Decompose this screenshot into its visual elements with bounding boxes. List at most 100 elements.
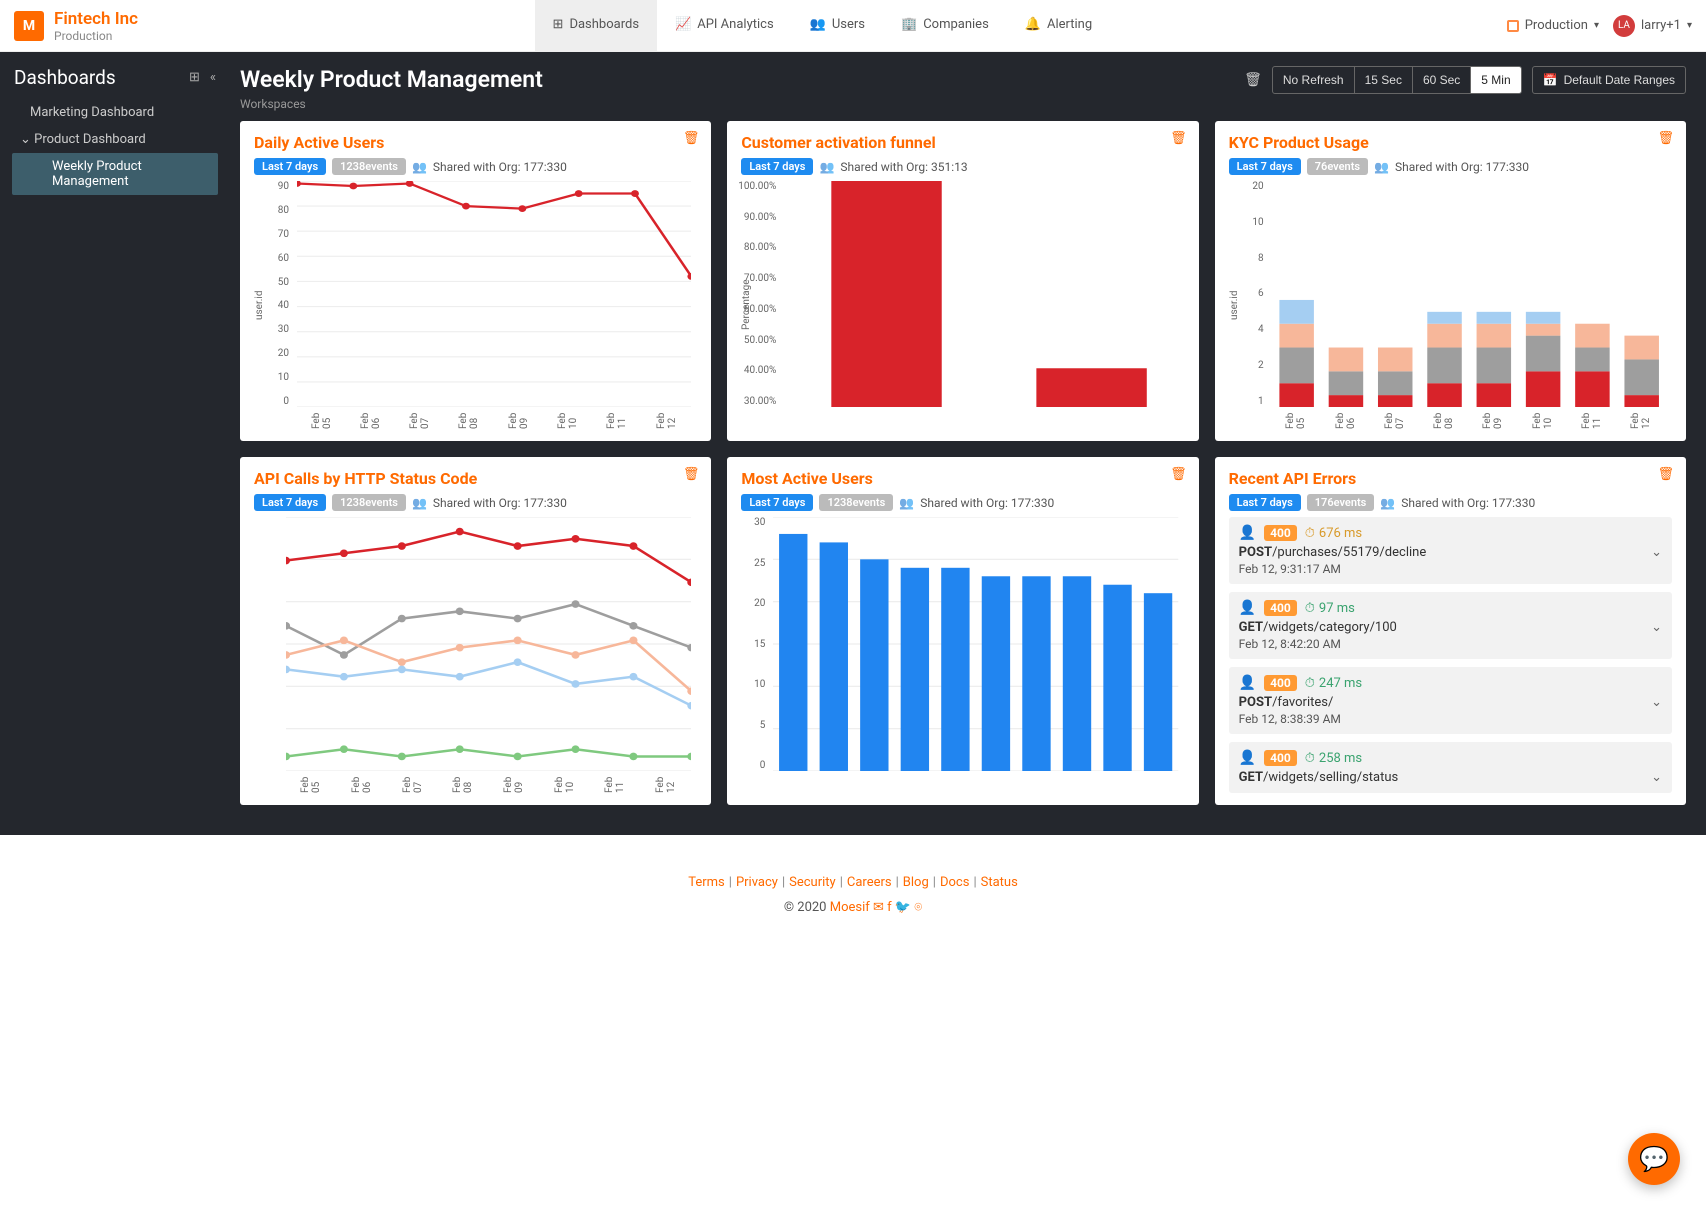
main: Dashboards ⊞ « Marketing Dashboard ⌄ Pro… bbox=[0, 52, 1706, 835]
delete-card-icon[interactable]: 🗑 bbox=[1170, 467, 1187, 482]
calendar-icon: 📅 bbox=[1543, 73, 1558, 87]
card-kyc[interactable]: 🗑 KYC Product Usage Last 7 days 76events… bbox=[1215, 121, 1686, 441]
top-right: Production ▾ LA larry+1 ▾ bbox=[1507, 15, 1692, 37]
refresh-option[interactable]: No Refresh bbox=[1273, 67, 1355, 93]
github-icon[interactable]: ⌾ bbox=[914, 900, 922, 915]
card-title: API Calls by HTTP Status Code bbox=[254, 469, 697, 488]
status-code-badge: 400 bbox=[1264, 600, 1297, 616]
card-meta: Last 7 days 176events 👥 Shared with Org:… bbox=[1229, 494, 1672, 511]
brand-link[interactable]: Moesif bbox=[830, 900, 870, 915]
logo-icon: M bbox=[14, 11, 44, 41]
error-item[interactable]: 👤 400 ⏱ 258 ms GET/widgets/selling/statu… bbox=[1229, 742, 1672, 793]
footer-link-privacy[interactable]: Privacy bbox=[736, 875, 778, 890]
timestamp: Feb 12, 8:38:39 AM bbox=[1239, 712, 1662, 726]
nav-icon: 🔔 bbox=[1025, 17, 1041, 32]
add-dashboard-icon[interactable]: ⊞ bbox=[189, 70, 200, 85]
share-icon: 👥 bbox=[899, 496, 914, 510]
card-dau[interactable]: 🗑 Daily Active Users Last 7 days 1238eve… bbox=[240, 121, 711, 441]
topnav-item-alerting[interactable]: 🔔Alerting bbox=[1007, 0, 1110, 51]
shared-label: Shared with Org: 177:330 bbox=[433, 496, 567, 510]
footer-link-terms[interactable]: Terms bbox=[688, 875, 725, 890]
chart-dau: user.id 9080706050403020100Feb 05Feb 06F… bbox=[254, 181, 697, 429]
sidebar-item-product[interactable]: ⌄ Product Dashboard bbox=[0, 126, 230, 153]
events-badge: 1238events bbox=[819, 494, 893, 511]
nav-icon: 🏢 bbox=[901, 17, 917, 32]
footer-link-status[interactable]: Status bbox=[981, 875, 1018, 890]
timestamp: Feb 12, 8:42:20 AM bbox=[1239, 637, 1662, 651]
clock-icon: ⏱ bbox=[1305, 751, 1315, 766]
delete-card-icon[interactable]: 🗑 bbox=[1657, 467, 1674, 482]
brand-env: Production bbox=[54, 29, 138, 43]
request-path: GET/widgets/selling/status bbox=[1239, 770, 1662, 785]
footer-link-careers[interactable]: Careers bbox=[847, 875, 892, 890]
error-item[interactable]: 👤 400 ⏱ 247 ms POST/favorites/ Feb 12, 8… bbox=[1229, 667, 1672, 734]
chevron-down-icon[interactable]: ⌄ bbox=[1651, 770, 1662, 785]
footer-link-docs[interactable]: Docs bbox=[940, 875, 969, 890]
card-by-status[interactable]: 🗑 API Calls by HTTP Status Code Last 7 d… bbox=[240, 457, 711, 805]
card-funnel[interactable]: 🗑 Customer activation funnel Last 7 days… bbox=[727, 121, 1198, 441]
env-switcher[interactable]: Production ▾ bbox=[1507, 18, 1599, 33]
user-menu[interactable]: LA larry+1 ▾ bbox=[1613, 15, 1692, 37]
env-color-icon bbox=[1507, 20, 1519, 32]
sidebar-item-weekly-pm[interactable]: Weekly Product Management bbox=[12, 153, 218, 195]
duration: ⏱ 247 ms bbox=[1305, 676, 1362, 691]
card-title: KYC Product Usage bbox=[1229, 133, 1672, 152]
refresh-option[interactable]: 5 Min bbox=[1471, 67, 1520, 93]
footer-link-blog[interactable]: Blog bbox=[903, 875, 929, 890]
footer-link-security[interactable]: Security bbox=[789, 875, 836, 890]
chevron-down-icon[interactable]: ⌄ bbox=[1651, 545, 1662, 560]
nav-icon: 👥 bbox=[810, 17, 826, 32]
topnav-item-users[interactable]: 👥Users bbox=[792, 0, 883, 51]
top-nav: ⊞Dashboards📈API Analytics👥Users🏢Companie… bbox=[535, 0, 1111, 51]
card-title: Most Active Users bbox=[741, 469, 1184, 488]
sidebar: Dashboards ⊞ « Marketing Dashboard ⌄ Pro… bbox=[0, 52, 230, 835]
events-badge: 1238events bbox=[332, 158, 406, 175]
sidebar-item-marketing[interactable]: Marketing Dashboard bbox=[0, 99, 230, 126]
duration: ⏱ 258 ms bbox=[1305, 751, 1362, 766]
collapse-sidebar-icon[interactable]: « bbox=[210, 70, 216, 85]
chat-icon: 💬 bbox=[1639, 1145, 1669, 1173]
delete-card-icon[interactable]: 🗑 bbox=[1657, 131, 1674, 146]
twitter-icon[interactable]: 🐦 bbox=[895, 900, 911, 915]
card-most-active[interactable]: 🗑 Most Active Users Last 7 days 1238even… bbox=[727, 457, 1198, 805]
error-item[interactable]: 👤 400 ⏱ 676 ms POST/purchases/55179/decl… bbox=[1229, 517, 1672, 584]
card-errors[interactable]: 🗑 Recent API Errors Last 7 days 176event… bbox=[1215, 457, 1686, 805]
footer: Terms|Privacy|Security|Careers|Blog|Docs… bbox=[0, 835, 1706, 945]
chart-kyc: user.id 201086421Feb 05Feb 06Feb 07Feb 0… bbox=[1229, 181, 1672, 429]
shared-label: Shared with Org: 177:330 bbox=[1395, 160, 1529, 174]
status-code-badge: 400 bbox=[1264, 675, 1297, 691]
chevron-down-icon: ▾ bbox=[1594, 20, 1599, 31]
delete-card-icon[interactable]: 🗑 bbox=[683, 467, 700, 482]
brand-name[interactable]: Fintech Inc bbox=[54, 9, 138, 29]
mail-icon[interactable]: ✉ bbox=[873, 900, 884, 915]
user-label: larry+1 bbox=[1641, 18, 1681, 33]
avatar: LA bbox=[1613, 15, 1635, 37]
events-badge: 76events bbox=[1307, 158, 1368, 175]
clock-icon: ⏱ bbox=[1305, 601, 1315, 616]
chevron-down-icon[interactable]: ⌄ bbox=[1651, 695, 1662, 710]
status-code-badge: 400 bbox=[1264, 525, 1297, 541]
env-label: Production bbox=[1525, 18, 1588, 33]
sidebar-title: Dashboards bbox=[14, 66, 116, 89]
delete-card-icon[interactable]: 🗑 bbox=[1170, 131, 1187, 146]
request-path: GET/widgets/category/100 bbox=[1239, 620, 1662, 635]
refresh-option[interactable]: 60 Sec bbox=[1413, 67, 1471, 93]
delete-dashboard-icon[interactable]: 🗑 bbox=[1244, 72, 1262, 88]
date-range-button[interactable]: 📅 Default Date Ranges bbox=[1532, 66, 1686, 94]
chart-funnel: Percentage 100.00%90.00%80.00%70.00%60.0… bbox=[741, 181, 1184, 429]
user-icon: 👤 bbox=[1239, 600, 1256, 616]
topnav-item-api-analytics[interactable]: 📈API Analytics bbox=[657, 0, 792, 51]
clock-icon: ⏱ bbox=[1305, 676, 1315, 691]
refresh-option[interactable]: 15 Sec bbox=[1355, 67, 1413, 93]
error-item[interactable]: 👤 400 ⏱ 97 ms GET/widgets/category/100 F… bbox=[1229, 592, 1672, 659]
chat-fab[interactable]: 💬 bbox=[1628, 1133, 1680, 1185]
chevron-down-icon[interactable]: ⌄ bbox=[1651, 620, 1662, 635]
delete-card-icon[interactable]: 🗑 bbox=[683, 131, 700, 146]
topnav-item-companies[interactable]: 🏢Companies bbox=[883, 0, 1007, 51]
facebook-icon[interactable]: f bbox=[887, 900, 892, 915]
topnav-item-dashboards[interactable]: ⊞Dashboards bbox=[535, 0, 658, 51]
range-badge: Last 7 days bbox=[741, 494, 813, 511]
events-badge: 176events bbox=[1307, 494, 1375, 511]
request-path: POST/favorites/ bbox=[1239, 695, 1662, 710]
nav-icon: 📈 bbox=[675, 17, 691, 32]
